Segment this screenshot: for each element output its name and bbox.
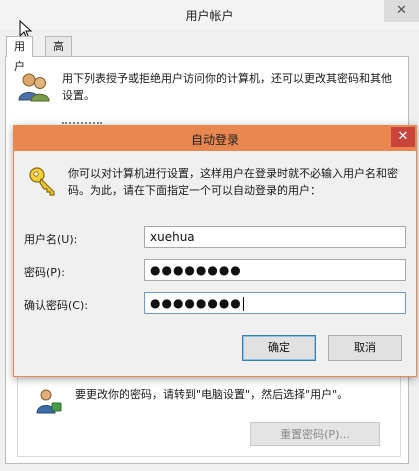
window-close-button[interactable]: ✕: [384, 0, 419, 22]
dialog-description: 你可以对计算机进行设置，这样用户在登录时就不必输入用户名和密码。为此，请在下面指…: [68, 167, 398, 197]
username-field[interactable]: xuehua: [144, 226, 406, 248]
auto-logon-dialog: 自动登录 ✕ 你可以对计算机进行设置，这样用户在登录时就不必输入用户名和密码。为…: [13, 125, 417, 377]
cancel-button[interactable]: 取消: [328, 335, 402, 361]
confirm-password-value: ●●●●●●●●: [150, 296, 242, 310]
window-titlebar: 用户帐户 ✕: [0, 0, 419, 30]
text-caret: [242, 296, 244, 311]
tab-users[interactable]: 用户: [6, 36, 33, 73]
dialog-close-button[interactable]: ✕: [391, 127, 415, 147]
dialog-body: 你可以对计算机进行设置，这样用户在登录时就不必输入用户名和密码。为此，请在下面指…: [14, 151, 416, 376]
window-title: 用户帐户: [185, 9, 234, 23]
reset-password-button[interactable]: 重置密码(P)...: [250, 422, 380, 446]
close-icon: ✕: [396, 3, 407, 18]
user-password-icon: [36, 389, 62, 414]
dialog-title: 自动登录: [190, 133, 239, 147]
password-field[interactable]: ●●●●●●●●: [144, 259, 406, 281]
tab-advanced[interactable]: 高级: [45, 36, 72, 73]
confirm-password-field[interactable]: ●●●●●●●●: [144, 292, 406, 314]
ok-button[interactable]: 确定: [242, 335, 316, 361]
dialog-titlebar: 自动登录 ✕: [13, 125, 417, 151]
change-password-hint: 要更改你的密码，请转到"电脑设置"，然后选择"用户"。: [75, 388, 349, 401]
password-label: 密码(P):: [24, 266, 65, 279]
key-icon: [29, 167, 55, 196]
confirm-password-label: 确认密码(C):: [24, 299, 88, 312]
users-description: 用下列表授予或拒绝用户访问你的计算机，还可以更改其密码和其他设置。: [62, 72, 392, 102]
close-icon: ✕: [397, 129, 409, 144]
username-label: 用户名(U):: [24, 233, 78, 246]
